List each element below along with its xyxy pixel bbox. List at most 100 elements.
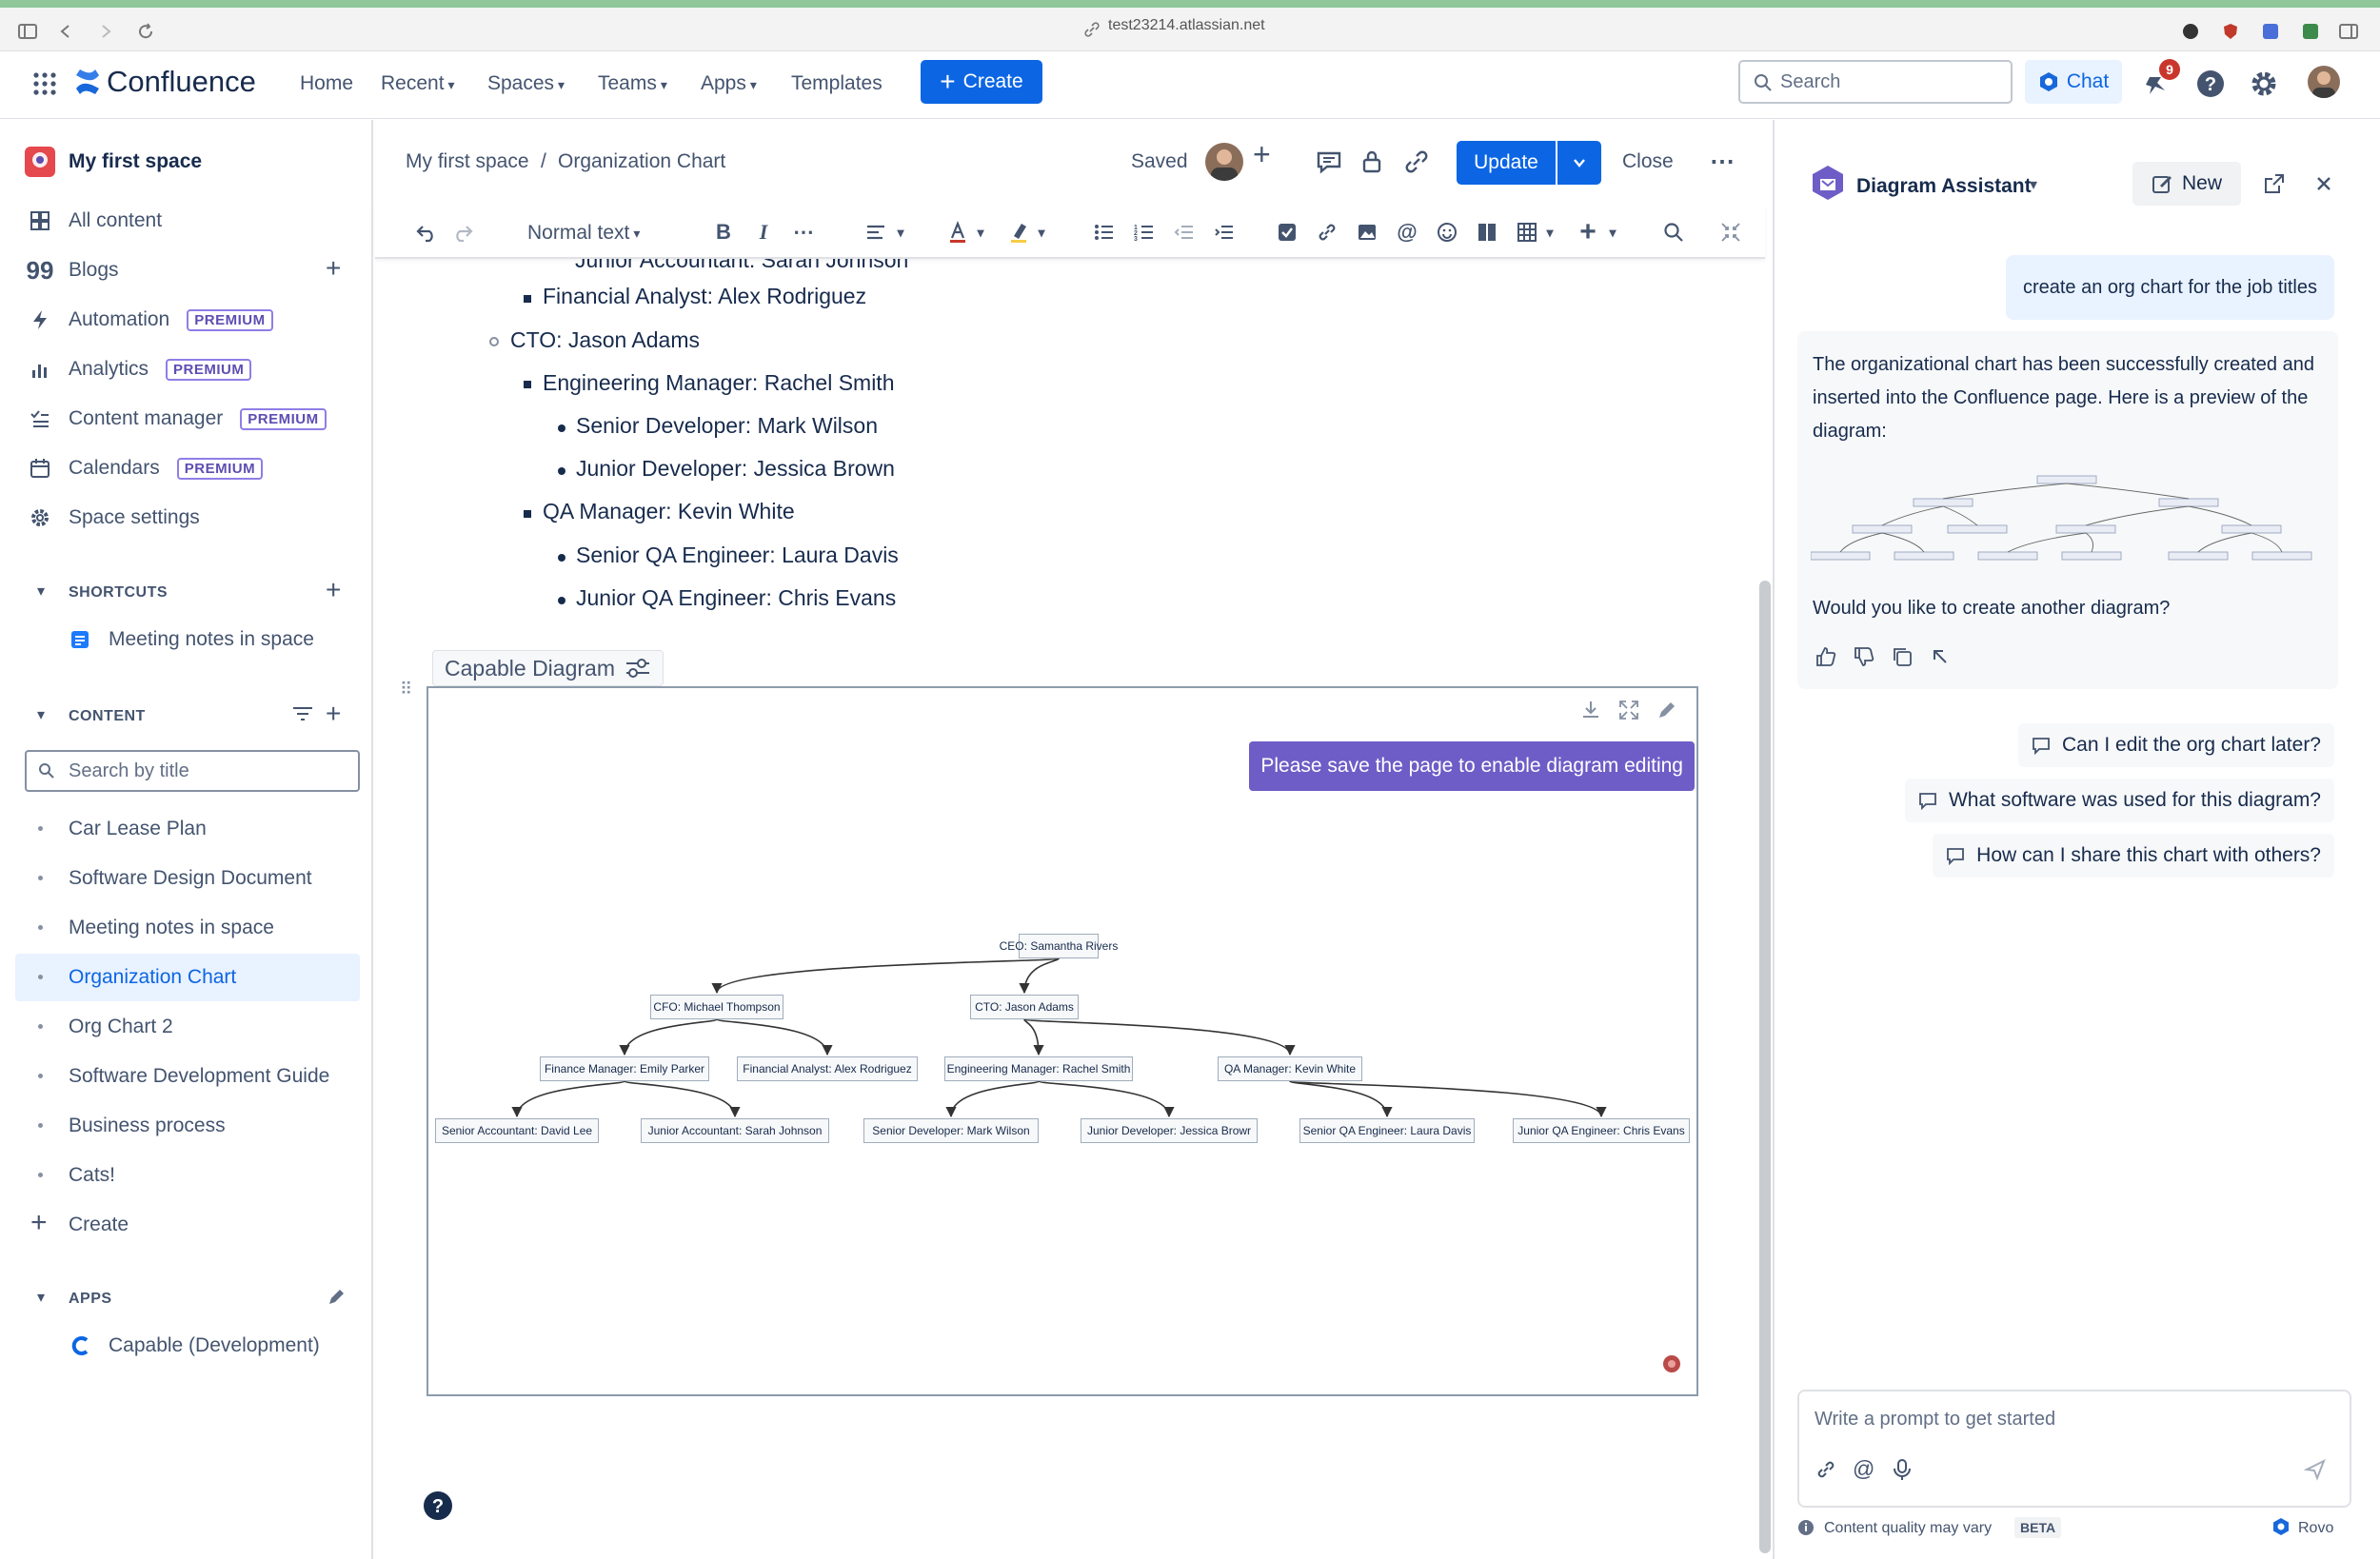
product-name[interactable]: Confluence bbox=[107, 65, 256, 99]
chevron-down-icon[interactable]: ▾ bbox=[887, 219, 914, 246]
comment-icon[interactable] bbox=[1316, 148, 1342, 175]
split-view-icon[interactable] bbox=[2338, 21, 2359, 42]
list-item[interactable]: Senior QA Engineer: Laura Davis bbox=[576, 543, 899, 568]
list-item[interactable]: CTO: Jason Adams bbox=[510, 327, 700, 353]
update-button[interactable]: Update bbox=[1457, 141, 1556, 185]
prompt-input[interactable]: Write a prompt to get started @ bbox=[1797, 1390, 2351, 1508]
search-input[interactable]: Search bbox=[1738, 60, 2013, 104]
bold-icon[interactable]: B bbox=[710, 219, 737, 246]
url-text[interactable]: test23214.atlassian.net bbox=[1108, 17, 1265, 34]
update-options-chevron-down-icon[interactable] bbox=[1557, 141, 1601, 185]
chevron-down-icon[interactable]: ▾ bbox=[2030, 175, 2037, 194]
space-name[interactable]: My first space bbox=[69, 150, 202, 173]
back-icon[interactable] bbox=[55, 21, 76, 42]
indent-icon[interactable] bbox=[1211, 219, 1238, 246]
filter-icon[interactable] bbox=[291, 702, 314, 725]
restrictions-lock-icon[interactable] bbox=[1359, 148, 1386, 175]
assistant-title[interactable]: Diagram Assistant bbox=[1856, 175, 2032, 198]
breadcrumb-space[interactable]: My first space bbox=[406, 150, 529, 173]
insert-plus-icon[interactable]: + bbox=[1575, 216, 1601, 247]
chevron-down-icon[interactable]: ▾ bbox=[967, 219, 994, 246]
sidebar-item-content-manager[interactable]: Content manager PREMIUM bbox=[29, 407, 327, 430]
shortcut-item[interactable]: Meeting notes in space bbox=[69, 628, 314, 651]
list-item[interactable]: Junior Accountant: Sarah Johnson bbox=[575, 259, 908, 273]
tree-item-car-lease-plan[interactable]: Car Lease Plan bbox=[15, 805, 360, 853]
find-search-icon[interactable] bbox=[1660, 219, 1687, 246]
sidebar-item-all-content[interactable]: All content bbox=[29, 209, 162, 232]
chevron-down-icon[interactable]: ▾ bbox=[1537, 219, 1563, 246]
confluence-logo-icon[interactable] bbox=[74, 68, 101, 96]
undo-icon[interactable] bbox=[413, 219, 440, 246]
sidebar-item-space-settings[interactable]: Space settings bbox=[29, 506, 200, 529]
tree-item-cats[interactable]: Cats! bbox=[15, 1152, 360, 1199]
nav-home[interactable]: Home bbox=[300, 72, 353, 95]
thumbs-down-icon[interactable] bbox=[1853, 645, 1875, 668]
collaborator-avatar[interactable] bbox=[1205, 143, 1243, 181]
extension-icon-4[interactable] bbox=[2300, 21, 2321, 42]
tree-item-software-development-guide[interactable]: Software Development Guide bbox=[15, 1053, 360, 1100]
nav-templates[interactable]: Templates bbox=[791, 72, 883, 95]
sidebar-toggle-icon[interactable] bbox=[17, 21, 38, 42]
copy-link-icon[interactable] bbox=[1403, 148, 1430, 175]
italic-icon[interactable]: I bbox=[750, 219, 777, 246]
new-chat-button[interactable]: New bbox=[2132, 162, 2241, 206]
list-item[interactable]: Financial Analyst: Alex Rodriguez bbox=[543, 284, 866, 309]
drag-handle-icon[interactable]: ⠿ bbox=[400, 680, 412, 700]
emoji-icon[interactable] bbox=[1434, 219, 1460, 246]
outdent-icon[interactable] bbox=[1171, 219, 1198, 246]
align-icon[interactable] bbox=[863, 219, 889, 246]
list-item[interactable]: Engineering Manager: Rachel Smith bbox=[543, 370, 894, 396]
create-button[interactable]: + Create bbox=[921, 60, 1042, 104]
add-content-plus-icon[interactable]: + bbox=[326, 699, 341, 729]
attach-link-icon[interactable] bbox=[1815, 1458, 1837, 1481]
apps-chevron-down-icon[interactable]: ▾ bbox=[27, 1283, 55, 1312]
sidebar-item-calendars[interactable]: Calendars PREMIUM bbox=[29, 457, 264, 480]
add-collaborator-plus-icon[interactable]: + bbox=[1253, 137, 1271, 172]
avatar[interactable] bbox=[2308, 66, 2340, 98]
nav-apps[interactable]: Apps ▾ bbox=[701, 72, 757, 95]
more-actions-icon[interactable]: ⋯ bbox=[1710, 147, 1735, 176]
extension-icon-1[interactable] bbox=[2180, 21, 2201, 42]
nav-spaces[interactable]: Spaces ▾ bbox=[487, 72, 565, 95]
copy-icon[interactable] bbox=[1891, 645, 1914, 668]
help-icon[interactable]: ? bbox=[423, 1490, 453, 1521]
tree-item-organization-chart[interactable]: Organization Chart bbox=[15, 954, 360, 1001]
open-new-window-icon[interactable] bbox=[2264, 173, 2285, 194]
extension-icon-3[interactable] bbox=[2260, 21, 2281, 42]
tree-item-software-design-document[interactable]: Software Design Document bbox=[15, 855, 360, 902]
bullet-list-icon[interactable] bbox=[1091, 219, 1118, 246]
settings-gear-icon[interactable] bbox=[2249, 69, 2279, 99]
shortcuts-chevron-down-icon[interactable]: ▾ bbox=[27, 577, 55, 605]
redo-icon[interactable] bbox=[449, 219, 476, 246]
help-icon[interactable]: ? bbox=[2195, 69, 2226, 99]
text-style-dropdown[interactable]: Normal text ▾ bbox=[527, 219, 640, 247]
close-icon[interactable] bbox=[2315, 175, 2332, 192]
tree-item-meeting-notes[interactable]: Meeting notes in space bbox=[15, 904, 360, 952]
add-shortcut-plus-icon[interactable]: + bbox=[326, 575, 341, 605]
mention-icon[interactable]: @ bbox=[1853, 1456, 1874, 1482]
link-icon[interactable] bbox=[1314, 219, 1340, 246]
chevron-down-icon[interactable]: ▾ bbox=[1028, 219, 1055, 246]
list-item[interactable]: Junior QA Engineer: Chris Evans bbox=[576, 585, 896, 611]
editor-scrollbar[interactable] bbox=[1759, 581, 1771, 1553]
microphone-icon[interactable] bbox=[1891, 1458, 1914, 1481]
tree-item-business-process[interactable]: Business process bbox=[15, 1102, 360, 1150]
reload-icon[interactable] bbox=[135, 21, 156, 42]
forward-icon[interactable] bbox=[95, 21, 116, 42]
diagram-preview-thumbnail[interactable] bbox=[1811, 474, 2325, 579]
add-blog-plus-icon[interactable]: + bbox=[326, 253, 341, 284]
app-switcher-icon[interactable] bbox=[32, 71, 57, 96]
nav-teams[interactable]: Teams ▾ bbox=[598, 72, 667, 95]
tree-create-item[interactable]: + Create bbox=[15, 1201, 360, 1249]
sidebar-item-blogs[interactable]: 99 Blogs bbox=[27, 256, 119, 285]
list-item[interactable]: Senior Developer: Mark Wilson bbox=[576, 413, 878, 439]
capable-diagram-macro-label[interactable]: Capable Diagram bbox=[432, 650, 664, 686]
more-formatting-icon[interactable]: ⋯ bbox=[790, 219, 817, 246]
nav-recent[interactable]: Recent ▾ bbox=[381, 72, 455, 95]
numbered-list-icon[interactable]: 123 bbox=[1131, 219, 1158, 246]
tree-item-org-chart-2[interactable]: Org Chart 2 bbox=[15, 1003, 360, 1051]
collapse-full-width-icon[interactable] bbox=[1717, 219, 1744, 246]
breadcrumb-page[interactable]: Organization Chart bbox=[558, 150, 725, 173]
extension-icon-2[interactable] bbox=[2220, 21, 2241, 42]
content-chevron-down-icon[interactable]: ▾ bbox=[27, 701, 55, 729]
